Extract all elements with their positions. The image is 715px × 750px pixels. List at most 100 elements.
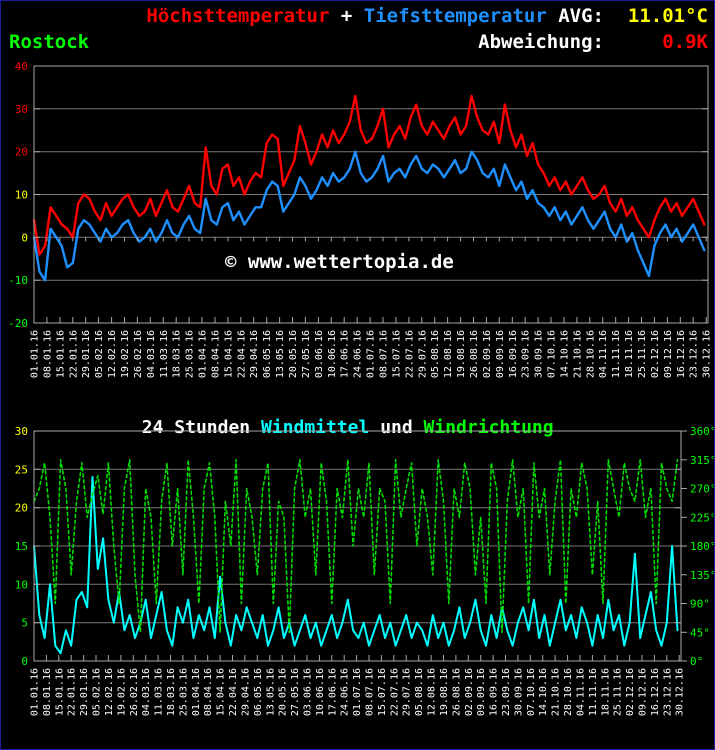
x-axis-date-label: 06.05.16 bbox=[262, 330, 273, 378]
x-axis-date-label: 05.02.16 bbox=[92, 668, 103, 716]
x-axis-date-label: 18.03.16 bbox=[166, 668, 177, 716]
x-axis-date-label: 23.09.16 bbox=[521, 330, 532, 378]
y-axis-tick-label: 10 bbox=[15, 189, 28, 202]
x-axis-date-label: 01.07.16 bbox=[366, 330, 377, 378]
x-axis-date-label: 23.12.16 bbox=[662, 668, 673, 716]
x-axis-date-label: 09.09.16 bbox=[495, 330, 506, 378]
x-axis-date-label: 25.03.16 bbox=[185, 330, 196, 378]
y-axis-tick-label: 20 bbox=[15, 146, 28, 159]
x-axis-date-label: 24.06.16 bbox=[340, 668, 351, 716]
y-axis-tick-label: 25 bbox=[15, 463, 28, 476]
x-axis-date-label: 16.12.16 bbox=[650, 668, 661, 716]
x-axis-date-label: 26.02.16 bbox=[133, 330, 144, 378]
x-axis-date-label: 03.06.16 bbox=[303, 668, 314, 716]
x-axis-date-label: 22.01.16 bbox=[67, 668, 78, 716]
chart-header-title: Höchsttemperatur + Tiefsttemperatur AVG:… bbox=[1, 5, 708, 27]
x-axis-date-label: 29.01.16 bbox=[81, 330, 92, 378]
x-axis-date-label: 01.01.16 bbox=[30, 668, 41, 716]
x-axis-date-label: 19.02.16 bbox=[120, 330, 131, 378]
x-axis-date-label: 12.08.16 bbox=[443, 330, 454, 378]
x-axis-date-label: 25.11.16 bbox=[613, 668, 624, 716]
y-axis-right-tick-label: 180° bbox=[690, 540, 715, 553]
series-Windmittel bbox=[33, 476, 679, 655]
x-axis-date-label: 22.04.16 bbox=[236, 330, 247, 378]
x-axis-date-label: 28.10.16 bbox=[585, 330, 596, 378]
x-axis-date-label: 11.03.16 bbox=[159, 330, 170, 378]
x-axis-date-label: 15.04.16 bbox=[216, 668, 227, 716]
y-axis-tick-label: 5 bbox=[21, 617, 28, 630]
x-axis-date-label: 01.04.16 bbox=[191, 668, 202, 716]
x-axis-date-label: 23.12.16 bbox=[689, 330, 700, 378]
x-axis-date-label: 17.06.16 bbox=[340, 330, 351, 378]
y-axis-tick-label: 20 bbox=[15, 502, 28, 515]
deviation-value: 0.9K bbox=[662, 31, 708, 53]
x-axis-date-label: 01.01.16 bbox=[30, 330, 41, 378]
y-axis-tick-label: 30 bbox=[15, 103, 28, 116]
x-axis-date-label: 15.04.16 bbox=[223, 330, 234, 378]
x-axis-date-label: 14.10.16 bbox=[538, 668, 549, 716]
x-axis-date-label: 23.09.16 bbox=[501, 668, 512, 716]
x-axis-date-label: 16.09.16 bbox=[489, 668, 500, 716]
x-axis-date-label: 29.04.16 bbox=[240, 668, 251, 716]
x-axis-date-label: 25.03.16 bbox=[178, 668, 189, 716]
x-axis-date-label: 13.05.16 bbox=[275, 330, 286, 378]
x-axis-date-label: 14.10.16 bbox=[560, 330, 571, 378]
y-axis-right-tick-label: 45° bbox=[690, 626, 710, 639]
x-axis-date-label: 21.10.16 bbox=[551, 668, 562, 716]
watermark-text: © www.wettertopia.de bbox=[225, 251, 454, 273]
x-axis-date-label: 01.07.16 bbox=[352, 668, 363, 716]
x-axis-date-label: 25.11.16 bbox=[637, 330, 648, 378]
y-axis-right-tick-label: 225° bbox=[690, 511, 715, 524]
y-axis-right-tick-label: 135° bbox=[690, 569, 715, 582]
y-axis-right-tick-label: 90° bbox=[690, 598, 710, 611]
y-axis-tick-label: -10 bbox=[8, 274, 28, 287]
y-axis-tick-label: 30 bbox=[15, 425, 28, 438]
x-axis-date-label: 22.07.16 bbox=[389, 668, 400, 716]
x-axis-date-label: 18.03.16 bbox=[172, 330, 183, 378]
x-axis-date-label: 04.03.16 bbox=[146, 330, 157, 378]
y-axis-tick-label: 15 bbox=[15, 540, 28, 553]
x-axis-date-label: 05.02.16 bbox=[94, 330, 105, 378]
station-name: Rostock bbox=[9, 31, 90, 53]
x-axis-date-label: 08.04.16 bbox=[211, 330, 222, 378]
y-axis-tick-label: 0 bbox=[21, 231, 28, 244]
x-axis-date-label: 15.07.16 bbox=[391, 330, 402, 378]
x-axis-date-label: 28.10.16 bbox=[563, 668, 574, 716]
x-axis-date-label: 09.12.16 bbox=[663, 330, 674, 378]
x-axis-date-label: 12.08.16 bbox=[427, 668, 438, 716]
title-tiefsttemperatur: Tiefsttemperatur bbox=[363, 5, 547, 27]
x-axis-date-label: 09.12.16 bbox=[638, 668, 649, 716]
x-axis-date-label: 19.02.16 bbox=[116, 668, 127, 716]
x-axis-date-label: 27.05.16 bbox=[290, 668, 301, 716]
x-axis-date-label: 12.02.16 bbox=[104, 668, 115, 716]
x-axis-date-label: 30.12.16 bbox=[702, 330, 713, 378]
temperature-chart-canvas: 403020100-10-2001.01.16 08.01.16 15.01.16 2… bbox=[8, 60, 713, 378]
x-axis-date-label: 02.12.16 bbox=[625, 668, 636, 716]
x-axis-date-label: 29.04.16 bbox=[249, 330, 260, 378]
x-axis-date-label: 08.07.16 bbox=[379, 330, 390, 378]
y-axis-tick-label: 0 bbox=[21, 655, 28, 668]
x-axis-date-label: 02.12.16 bbox=[650, 330, 661, 378]
x-axis-date-label: 18.11.16 bbox=[624, 330, 635, 378]
x-axis-date-label: 29.07.16 bbox=[417, 330, 428, 378]
x-axis-date-label: 20.05.16 bbox=[278, 668, 289, 716]
x-axis-date-label: 26.02.16 bbox=[129, 668, 140, 716]
weather-chart-panel: Höchsttemperatur + Tiefsttemperatur AVG:… bbox=[0, 0, 715, 750]
x-axis-date-label: 05.08.16 bbox=[414, 668, 425, 716]
x-axis-date-label: 12.02.16 bbox=[107, 330, 118, 378]
x-axis-date-label: 15.01.16 bbox=[55, 330, 66, 378]
x-axis-date-label: 13.05.16 bbox=[265, 668, 276, 716]
x-axis-date-label: 30.09.16 bbox=[513, 668, 524, 716]
x-axis-date-label: 07.10.16 bbox=[547, 330, 558, 378]
avg-value: 11.01°C bbox=[627, 5, 708, 27]
x-axis-date-label: 05.08.16 bbox=[430, 330, 441, 378]
x-axis-date-label: 11.11.16 bbox=[611, 330, 622, 378]
x-axis-date-label: 02.09.16 bbox=[482, 330, 493, 378]
x-axis-date-label: 02.09.16 bbox=[464, 668, 475, 716]
x-axis-date-label: 04.11.16 bbox=[598, 330, 609, 378]
x-axis-date-label: 19.08.16 bbox=[456, 330, 467, 378]
x-axis-date-label: 24.06.16 bbox=[353, 330, 364, 378]
x-axis-date-label: 17.06.16 bbox=[327, 668, 338, 716]
x-axis-date-label: 04.03.16 bbox=[141, 668, 152, 716]
x-axis-date-label: 19.08.16 bbox=[439, 668, 450, 716]
